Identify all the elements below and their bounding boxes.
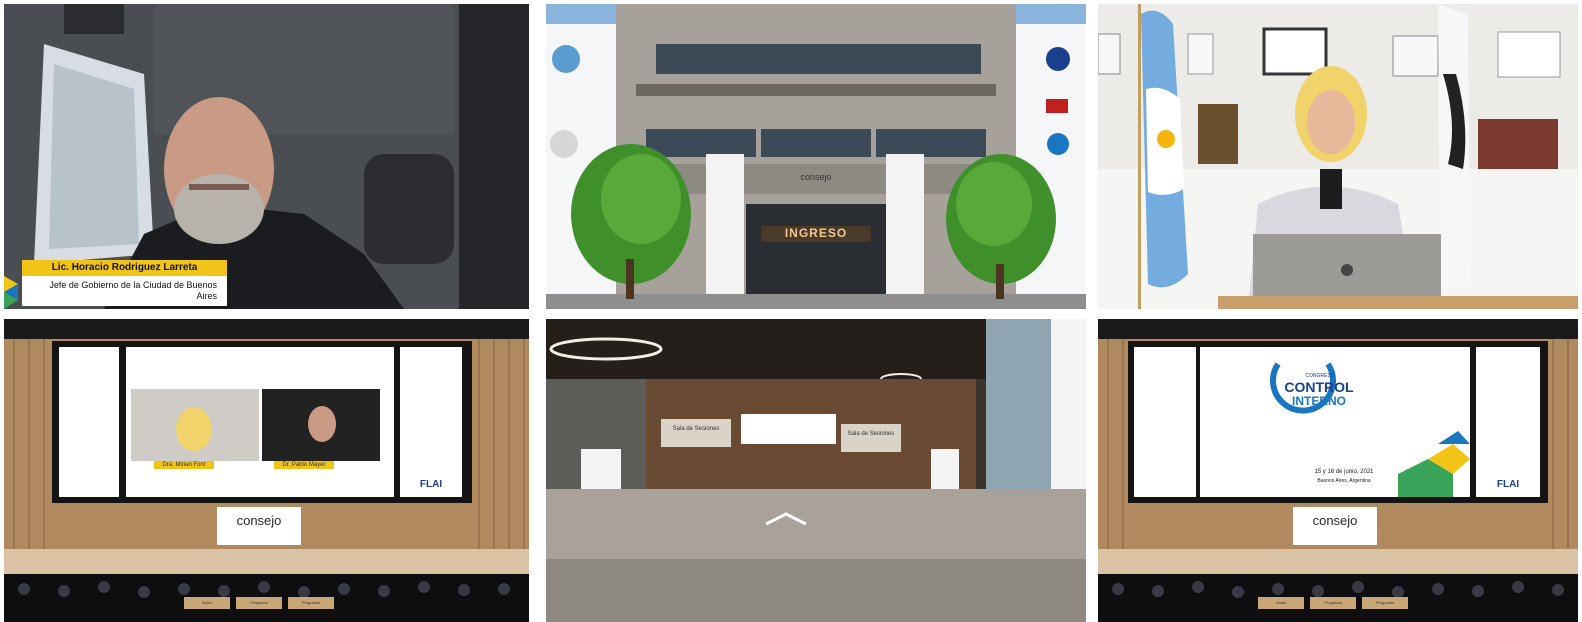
speaker-role: Jefe de Gobierno de la Ciudad de Buenos … xyxy=(49,280,217,301)
presenter-video-tile xyxy=(1098,4,1578,309)
event-place: Buenos Aires, Argentina xyxy=(1317,478,1371,484)
event-title-1: CONTROL xyxy=(1284,379,1354,395)
event-title-2: INTERNO xyxy=(1292,394,1346,408)
speaker-name: Lic. Horacio Rodriguez Larreta xyxy=(51,262,198,273)
entrance-sign: INGRESO xyxy=(784,226,848,240)
building-tile: INGRESO consejo xyxy=(546,4,1086,309)
virtual-lobby: Sala de Sesiones Sala de Sesiones xyxy=(546,319,1086,622)
speaker-video-tile: Lic. Horacio Rodriguez Larreta Jefe de G… xyxy=(4,4,529,309)
building-facade xyxy=(546,4,1086,309)
stage-right-button-questions[interactable]: Preguntas xyxy=(1362,597,1408,609)
speaker-caption: Lic. Horacio Rodriguez Larreta Jefe de G… xyxy=(22,260,227,306)
office-scene xyxy=(1098,4,1578,309)
stage-button-program[interactable]: Programa xyxy=(236,597,282,609)
sponsor-label: FLAI xyxy=(419,479,443,490)
stage-background xyxy=(4,319,529,622)
stage-menu: Video Programa Preguntas xyxy=(184,597,344,609)
stage-menu-right: Video Programa Preguntas xyxy=(1258,597,1418,609)
virtual-stage-right: CONGRESO CONTROL INTERNO 15 y 16 de juni… xyxy=(1098,319,1578,622)
stage-right-button-program[interactable]: Programa xyxy=(1310,597,1356,609)
stage-button-video[interactable]: Video xyxy=(184,597,230,609)
lobby-sign-1[interactable]: Sala de Sesiones xyxy=(661,426,731,432)
sponsor-label-right: FLAI xyxy=(1496,479,1520,490)
panelist-2-name: Dr. Pablo Mayer xyxy=(282,462,326,468)
stage-brand-label: consejo xyxy=(236,513,282,528)
stage-button-questions[interactable]: Preguntas xyxy=(288,597,334,609)
virtual-stage-left: consejo FLAI Dra. Mirian Font Dr. Pablo … xyxy=(4,319,529,622)
stage-right-button-video[interactable]: Video xyxy=(1258,597,1304,609)
building-brand: consejo xyxy=(800,172,832,182)
stage-brand-sign: consejo xyxy=(217,507,301,545)
stage-brand-sign-right: consejo xyxy=(1293,507,1377,545)
event-logo-icon xyxy=(4,276,18,309)
panelist-1-name: Dra. Mirian Font xyxy=(162,462,206,468)
event-date: 15 y 16 de junio, 2021 xyxy=(1314,469,1374,475)
lobby-scene xyxy=(546,319,1086,622)
lobby-sign-2[interactable]: Sala de Sesiones xyxy=(841,431,901,437)
stage-brand-label-right: consejo xyxy=(1312,513,1358,528)
